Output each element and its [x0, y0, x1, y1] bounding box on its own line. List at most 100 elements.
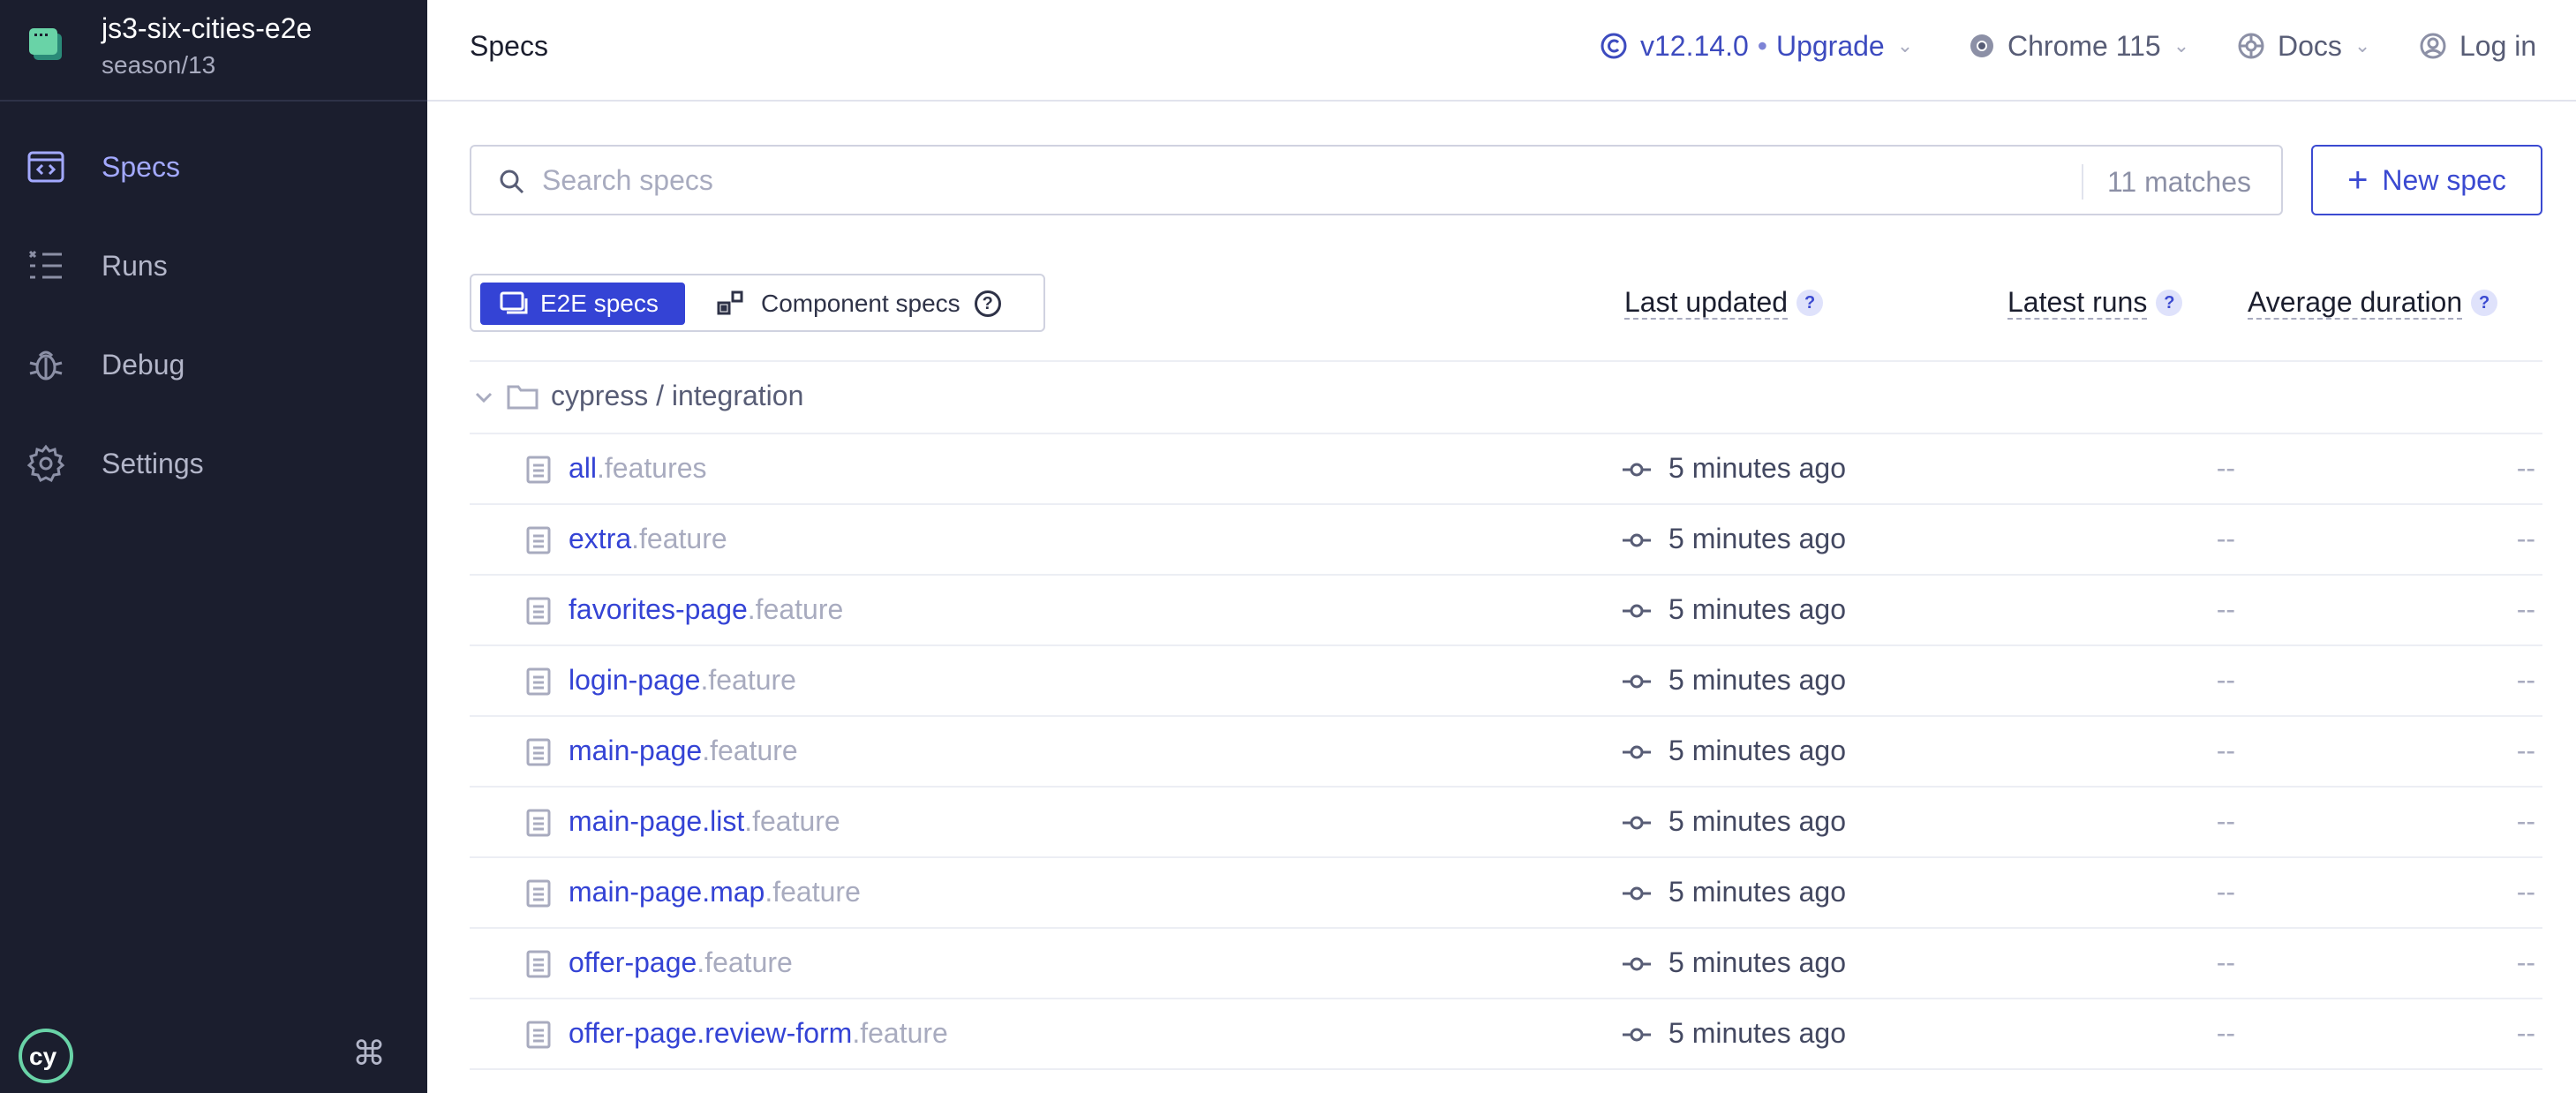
tab-component-specs[interactable]: Component specs ? [717, 283, 1001, 325]
spec-link[interactable]: offer-page.review-form.feature [569, 1017, 948, 1050]
latest-runs: -- [2216, 876, 2235, 908]
spec-link[interactable]: all.features [569, 452, 707, 485]
average-duration: -- [2516, 946, 2535, 978]
spec-extension: .feature [697, 946, 793, 978]
new-spec-label: New spec [2382, 163, 2506, 196]
column-latest-runs[interactable]: Latest runs ? [2007, 286, 2183, 320]
git-commit-icon [1623, 604, 1651, 618]
chrome-icon [1970, 34, 1993, 57]
project-icon [29, 28, 62, 60]
help-icon[interactable]: ? [2471, 290, 2498, 316]
user-icon [2420, 33, 2446, 59]
project-name: js3-six-cities-e2e [102, 12, 313, 44]
folder-label: cypress / integration [551, 380, 804, 411]
average-duration: -- [2516, 1017, 2535, 1049]
spec-row[interactable]: main-page.list.feature 5 minutes ago -- … [470, 788, 2542, 858]
search-input[interactable] [542, 159, 1866, 201]
spec-basename: offer-page.review-form [569, 1017, 853, 1049]
document-icon [526, 526, 551, 554]
project-switcher[interactable]: js3-six-cities-e2e season/13 [0, 0, 427, 102]
last-updated: 5 minutes ago [1668, 805, 1847, 837]
spec-basename: all [569, 452, 598, 484]
git-commit-icon [1623, 675, 1651, 689]
upgrade-link[interactable]: Upgrade [1776, 30, 1885, 63]
document-icon [526, 809, 551, 837]
runs-icon [28, 250, 62, 279]
help-icon[interactable]: ? [2156, 290, 2183, 316]
tab-e2e-specs[interactable]: E2E specs [480, 283, 685, 325]
cypress-logo-icon[interactable]: cy [18, 1028, 74, 1084]
document-icon [526, 1021, 551, 1049]
spec-basename: login-page [569, 664, 701, 696]
folder-row[interactable]: cypress / integration [470, 362, 2542, 433]
spec-row[interactable]: offer-page.review-form.feature 5 minutes… [470, 999, 2542, 1070]
help-icon[interactable]: ? [1796, 290, 1824, 316]
git-commit-icon [1623, 1028, 1651, 1042]
last-updated: 5 minutes ago [1668, 1017, 1847, 1049]
latest-runs: -- [2216, 1017, 2235, 1049]
document-icon [526, 456, 551, 484]
last-updated: 5 minutes ago [1668, 452, 1847, 484]
sidebar-item-debug[interactable]: Debug [0, 320, 427, 409]
document-icon [526, 667, 551, 696]
match-count: 11 matches [2106, 166, 2251, 198]
last-updated: 5 minutes ago [1668, 593, 1847, 625]
sidebar-item-label: Specs [102, 150, 180, 183]
spec-link[interactable]: favorites-page.feature [569, 593, 843, 626]
project-branch: season/13 [102, 51, 216, 79]
login-button[interactable]: Log in [2419, 23, 2536, 69]
help-icon[interactable]: ? [974, 290, 1001, 317]
chevron-down-icon [475, 392, 493, 403]
spec-row[interactable]: main-page.map.feature 5 minutes ago -- -… [470, 858, 2542, 929]
spec-link[interactable]: login-page.feature [569, 664, 796, 697]
debug-icon [29, 351, 63, 381]
document-icon [526, 597, 551, 625]
sidebar-item-settings[interactable]: Settings [0, 419, 427, 508]
sidebar-item-label: Settings [102, 447, 204, 479]
git-commit-icon [1623, 533, 1651, 547]
spec-link[interactable]: main-page.map.feature [569, 876, 861, 908]
column-last-updated[interactable]: Last updated ? [1624, 286, 1824, 320]
version-dropdown[interactable]: v12.14.0 • Upgrade ⌄ [1600, 23, 1913, 69]
spec-link[interactable]: main-page.feature [569, 735, 798, 767]
spec-row[interactable]: all.features 5 minutes ago -- -- [470, 434, 2542, 505]
latest-runs: -- [2216, 523, 2235, 554]
search-box: 11 matches [470, 145, 2283, 215]
e2e-icon [500, 291, 528, 314]
spec-link[interactable]: offer-page.feature [569, 946, 793, 979]
git-commit-icon [1623, 816, 1651, 830]
new-spec-button[interactable]: + New spec [2311, 145, 2542, 215]
average-duration: -- [2516, 523, 2535, 554]
latest-runs: -- [2216, 735, 2235, 766]
search-divider [2082, 164, 2083, 200]
page-title: Specs [470, 30, 548, 62]
tab-label: Component specs [761, 290, 960, 317]
login-label: Log in [2459, 29, 2537, 62]
document-icon [526, 950, 551, 978]
spec-row[interactable]: main-page.feature 5 minutes ago -- -- [470, 717, 2542, 788]
column-average-duration[interactable]: Average duration ? [2248, 286, 2498, 320]
browser-dropdown[interactable]: Chrome 115 ⌄ [1969, 23, 2189, 69]
spec-row[interactable]: favorites-page.feature 5 minutes ago -- … [470, 576, 2542, 646]
sidebar-item-runs[interactable]: Runs [0, 222, 427, 310]
spec-row[interactable]: offer-page.feature 5 minutes ago -- -- [470, 929, 2542, 999]
spec-link[interactable]: extra.feature [569, 523, 727, 555]
sidebar-item-label: Debug [102, 348, 185, 381]
average-duration: -- [2516, 593, 2535, 625]
spec-row[interactable]: login-page.feature 5 minutes ago -- -- [470, 646, 2542, 717]
docs-dropdown[interactable]: Docs ⌄ [2237, 23, 2370, 69]
divider [470, 1068, 2542, 1070]
sidebar-item-specs[interactable]: Specs [0, 123, 427, 211]
document-icon [526, 738, 551, 766]
chevron-down-icon: ⌄ [2173, 34, 2190, 57]
keyboard-shortcuts-icon[interactable]: ⌘ [351, 1036, 387, 1072]
spec-row[interactable]: extra.feature 5 minutes ago -- -- [470, 505, 2542, 576]
last-updated: 5 minutes ago [1668, 735, 1847, 766]
spec-basename: favorites-page [569, 593, 748, 625]
latest-runs: -- [2216, 593, 2235, 625]
sidebar-item-label: Runs [102, 249, 168, 282]
spec-link[interactable]: main-page.list.feature [569, 805, 840, 838]
average-duration: -- [2516, 805, 2535, 837]
spec-basename: main-page.map [569, 876, 765, 908]
spec-extension: .feature [747, 593, 844, 625]
